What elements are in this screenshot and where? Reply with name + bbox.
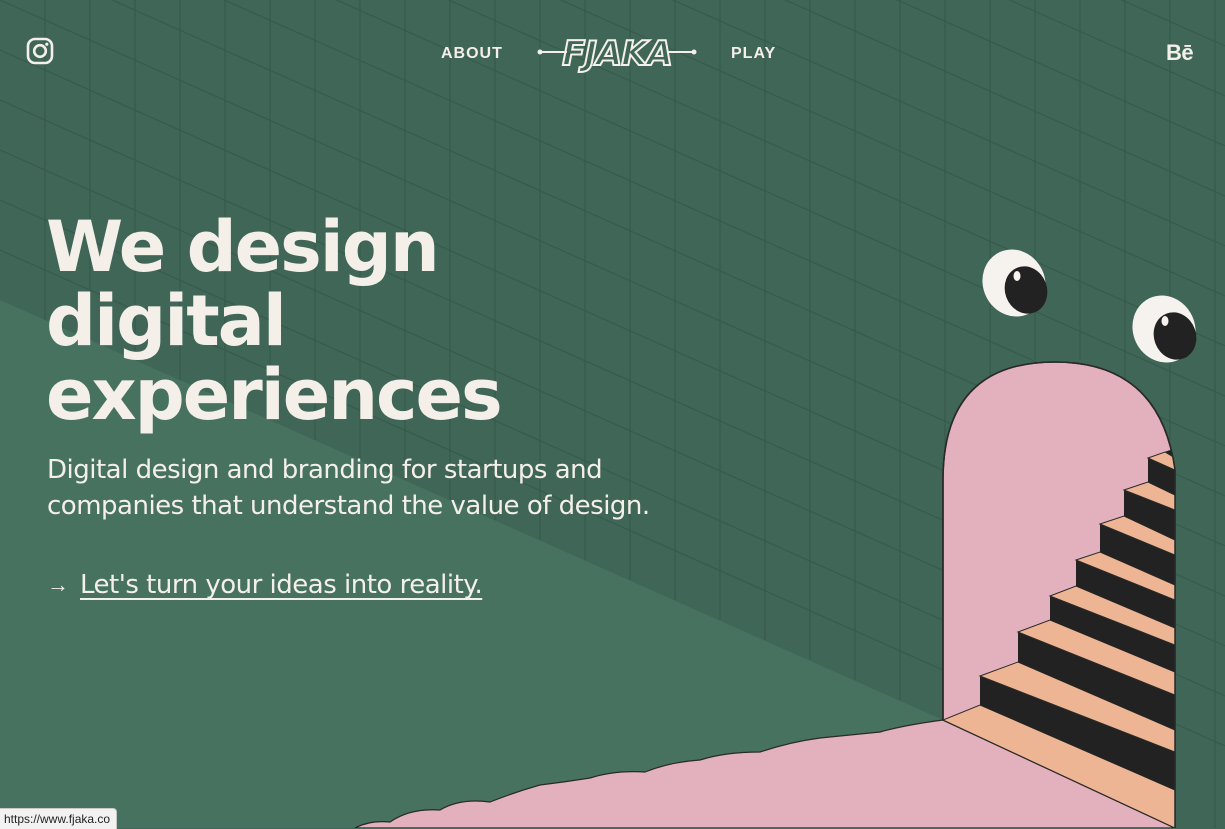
hero-title-line-2: digital bbox=[46, 280, 287, 362]
fjaka-logo[interactable]: FJAKA bbox=[537, 32, 697, 76]
hero-title-line-1: We design bbox=[46, 206, 440, 288]
status-bar-url: https://www.fjaka.co bbox=[0, 808, 118, 829]
arrow-right-icon: → bbox=[47, 572, 69, 597]
cta-link[interactable]: → Let's turn your ideas into reality. bbox=[47, 570, 483, 600]
hero-subtitle-line-1: Digital design and branding for startups… bbox=[47, 455, 603, 485]
instagram-link[interactable] bbox=[26, 37, 54, 65]
instagram-icon bbox=[26, 37, 54, 65]
behance-link[interactable]: Bē bbox=[1166, 40, 1194, 66]
site-header: ABOUT FJAKA PLAY Bē bbox=[0, 0, 1225, 110]
hero-title-line-3: experiences bbox=[46, 354, 503, 436]
hero-title: We design digital experiences bbox=[46, 210, 666, 432]
nav-about-link[interactable]: ABOUT bbox=[441, 45, 503, 63]
hero-subtitle: Digital design and branding for startups… bbox=[47, 452, 727, 524]
hero-subtitle-line-2: companies that understand the value of d… bbox=[47, 491, 650, 521]
nav-play-link[interactable]: PLAY bbox=[731, 45, 776, 63]
logo-icon: FJAKA bbox=[537, 33, 697, 75]
svg-text:FJAKA: FJAKA bbox=[562, 34, 672, 74]
cta-label: Let's turn your ideas into reality. bbox=[80, 570, 483, 600]
